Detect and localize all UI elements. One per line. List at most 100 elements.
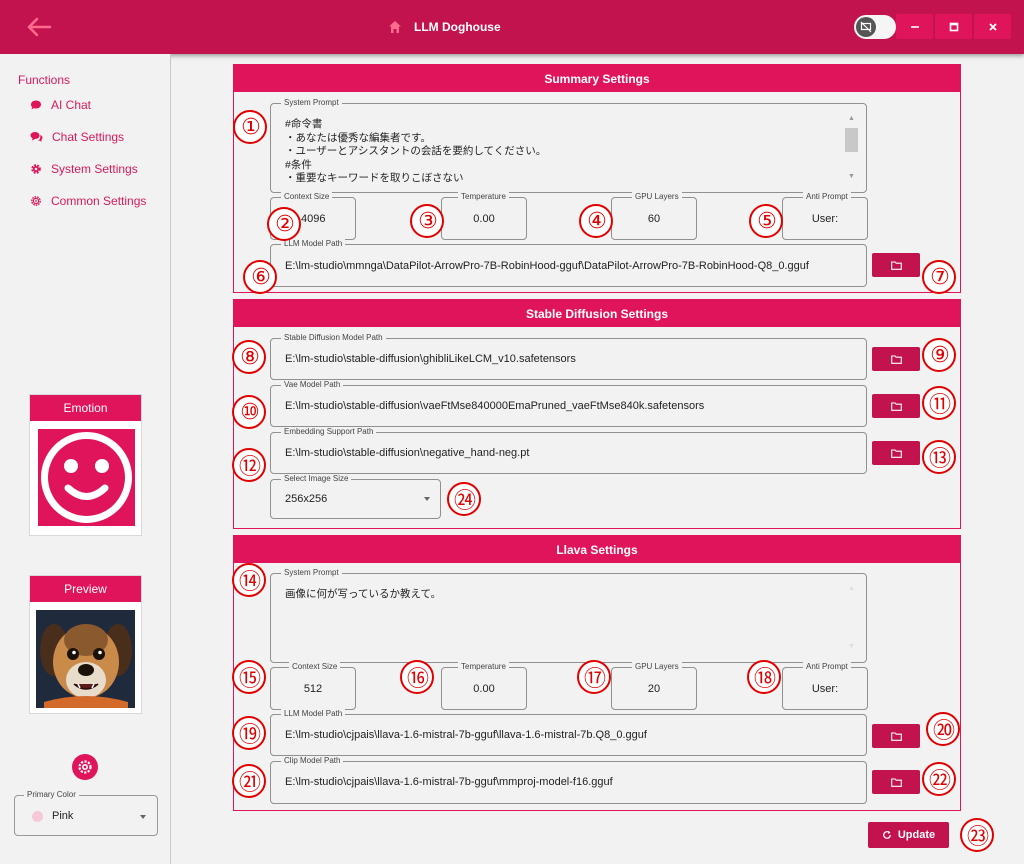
- sd-model-path-field[interactable]: Stable Diffusion Model Path E:\lm-studio…: [270, 333, 867, 380]
- theme-toggle[interactable]: [854, 15, 896, 39]
- sidebar-item-ai-chat[interactable]: AI Chat: [30, 95, 91, 115]
- close-icon: [988, 22, 997, 31]
- embedding-path-value: E:\lm-studio\stable-diffusion\negative_h…: [285, 447, 530, 459]
- llava-temperature-value: 0.00: [473, 683, 495, 695]
- marker-1: ①: [233, 110, 267, 144]
- folder-icon: [890, 448, 902, 458]
- vae-model-browse-button[interactable]: [872, 394, 920, 418]
- llava-gpu-layers-field[interactable]: GPU Layers 20: [611, 662, 697, 710]
- sidebar-item-label: AI Chat: [51, 98, 92, 112]
- scroll-down-icon[interactable]: ▼: [845, 172, 858, 182]
- folder-icon: [890, 401, 902, 411]
- clip-model-path-value: E:\lm-studio\cjpais\llava-1.6-mistral-7b…: [285, 776, 613, 788]
- context-size-label: Context Size: [281, 192, 333, 202]
- llava-settings-header: Llava Settings: [234, 536, 960, 563]
- scroll-up-icon[interactable]: ▲: [845, 584, 858, 594]
- marker-3: ③: [410, 204, 444, 238]
- anti-prompt-label: Anti Prompt: [803, 662, 851, 672]
- scroll-up-icon[interactable]: ▲: [845, 114, 858, 124]
- chevron-down-icon: [424, 497, 430, 501]
- maximize-button[interactable]: [935, 14, 972, 39]
- clip-model-browse-button[interactable]: [872, 770, 920, 794]
- embedding-browse-button[interactable]: [872, 441, 920, 465]
- window-title: LLM Doghouse: [388, 18, 501, 36]
- chat-bubble-icon: [31, 100, 41, 110]
- summary-temperature-field[interactable]: Temperature 0.00: [441, 192, 527, 240]
- marker-23: ㉓: [960, 818, 994, 852]
- clip-model-path-field[interactable]: Clip Model Path E:\lm-studio\cjpais\llav…: [270, 756, 867, 804]
- embedding-path-field[interactable]: Embedding Support Path E:\lm-studio\stab…: [270, 427, 867, 474]
- preview-card: Preview: [29, 575, 142, 714]
- image-size-label: Select Image Size: [281, 474, 352, 484]
- llava-context-size-field[interactable]: Context Size 512: [270, 662, 356, 710]
- folder-icon: [890, 777, 902, 787]
- chevron-down-icon: [140, 815, 146, 819]
- llava-llm-browse-button[interactable]: [872, 724, 920, 748]
- sidebar-item-chat-settings[interactable]: Chat Settings: [30, 127, 124, 147]
- update-button[interactable]: Update: [868, 822, 949, 848]
- functions-label: Functions: [18, 73, 71, 87]
- marker-8: ⑧: [232, 340, 266, 374]
- emotion-header: Emotion: [30, 395, 141, 421]
- scroll-thumb[interactable]: [845, 128, 858, 152]
- sd-model-browse-button[interactable]: [872, 347, 920, 371]
- system-prompt-label: System Prompt: [281, 98, 342, 108]
- llava-context-size-value: 512: [303, 683, 323, 695]
- sidebar: Functions AI Chat Chat Settings System S…: [0, 54, 171, 864]
- marker-21: ㉑: [232, 764, 266, 798]
- summary-system-prompt-field[interactable]: System Prompt #命令書 ・あなたは優秀な編集者です。 ・ユーザーと…: [270, 98, 867, 193]
- temperature-label: Temperature: [458, 662, 509, 672]
- marker-18: ⑱: [747, 660, 781, 694]
- preview-image: [36, 610, 135, 708]
- folder-icon: [890, 731, 902, 741]
- marker-7: ⑦: [922, 260, 956, 294]
- marker-9: ⑨: [922, 338, 956, 372]
- summary-llm-model-path-field[interactable]: LLM Model Path E:\lm-studio\mmnga\DataPi…: [270, 239, 867, 287]
- image-size-select[interactable]: Select Image Size 256x256: [270, 474, 441, 519]
- palette-button[interactable]: [72, 754, 98, 780]
- llava-anti-prompt-field[interactable]: Anti Prompt User:: [782, 662, 868, 710]
- primary-color-select[interactable]: Primary Color Pink: [14, 790, 158, 836]
- vae-model-path-field[interactable]: Vae Model Path E:\lm-studio\stable-diffu…: [270, 380, 867, 427]
- marker-20: ⑳: [926, 712, 960, 746]
- sidebar-item-common-settings[interactable]: Common Settings: [30, 191, 146, 211]
- llava-system-prompt-field[interactable]: System Prompt 画像に何が写っているか教えて。 ▲ ▼: [270, 568, 867, 663]
- marker-12: ⑫: [232, 448, 266, 482]
- color-swatch: [32, 811, 43, 822]
- marker-16: ⑯: [400, 660, 434, 694]
- vae-model-path-label: Vae Model Path: [281, 380, 344, 390]
- summary-llm-model-path-value: E:\lm-studio\mmnga\DataPilot-ArrowPro-7B…: [285, 260, 809, 272]
- back-button[interactable]: [22, 12, 56, 42]
- chat-bubbles-icon: [30, 132, 43, 142]
- context-size-label: Context Size: [289, 662, 341, 672]
- system-prompt-label: System Prompt: [281, 568, 342, 578]
- sidebar-item-label: Common Settings: [51, 194, 147, 208]
- anti-prompt-label: Anti Prompt: [803, 192, 851, 202]
- summary-context-size-value: 4096: [301, 213, 326, 225]
- title-bar: LLM Doghouse: [0, 0, 1024, 54]
- scroll-down-icon[interactable]: ▼: [845, 642, 858, 652]
- marker-11: ⑪: [922, 386, 956, 420]
- temperature-label: Temperature: [458, 192, 509, 202]
- marker-5: ⑤: [749, 204, 783, 238]
- summary-llm-browse-button[interactable]: [872, 253, 920, 277]
- minimize-button[interactable]: [896, 14, 933, 39]
- marker-10: ⑩: [232, 395, 266, 429]
- emotion-display: [38, 429, 135, 526]
- gear-outline-icon: [31, 196, 41, 206]
- llava-temperature-field[interactable]: Temperature 0.00: [441, 662, 527, 710]
- primary-color-value: Pink: [52, 810, 74, 822]
- summary-anti-prompt-field[interactable]: Anti Prompt User:: [782, 192, 868, 240]
- close-button[interactable]: [974, 14, 1011, 39]
- summary-settings-header: Summary Settings: [234, 65, 960, 92]
- summary-prompt-scrollbar[interactable]: ▲ ▼: [845, 114, 858, 182]
- llava-llm-model-path-value: E:\lm-studio\cjpais\llava-1.6-mistral-7b…: [285, 729, 647, 741]
- llava-llm-model-path-field[interactable]: LLM Model Path E:\lm-studio\cjpais\llava…: [270, 709, 867, 756]
- sidebar-item-system-settings[interactable]: System Settings: [30, 159, 138, 179]
- summary-gpu-layers-field[interactable]: GPU Layers 60: [611, 192, 697, 240]
- llava-system-prompt-text: 画像に何が写っているか教えて。: [285, 588, 442, 600]
- refresh-icon: [882, 830, 891, 839]
- summary-gpu-layers-value: 60: [647, 213, 661, 225]
- sd-model-path-value: E:\lm-studio\stable-diffusion\ghibliLike…: [285, 353, 576, 365]
- llava-prompt-scrollbar[interactable]: ▲ ▼: [845, 584, 858, 652]
